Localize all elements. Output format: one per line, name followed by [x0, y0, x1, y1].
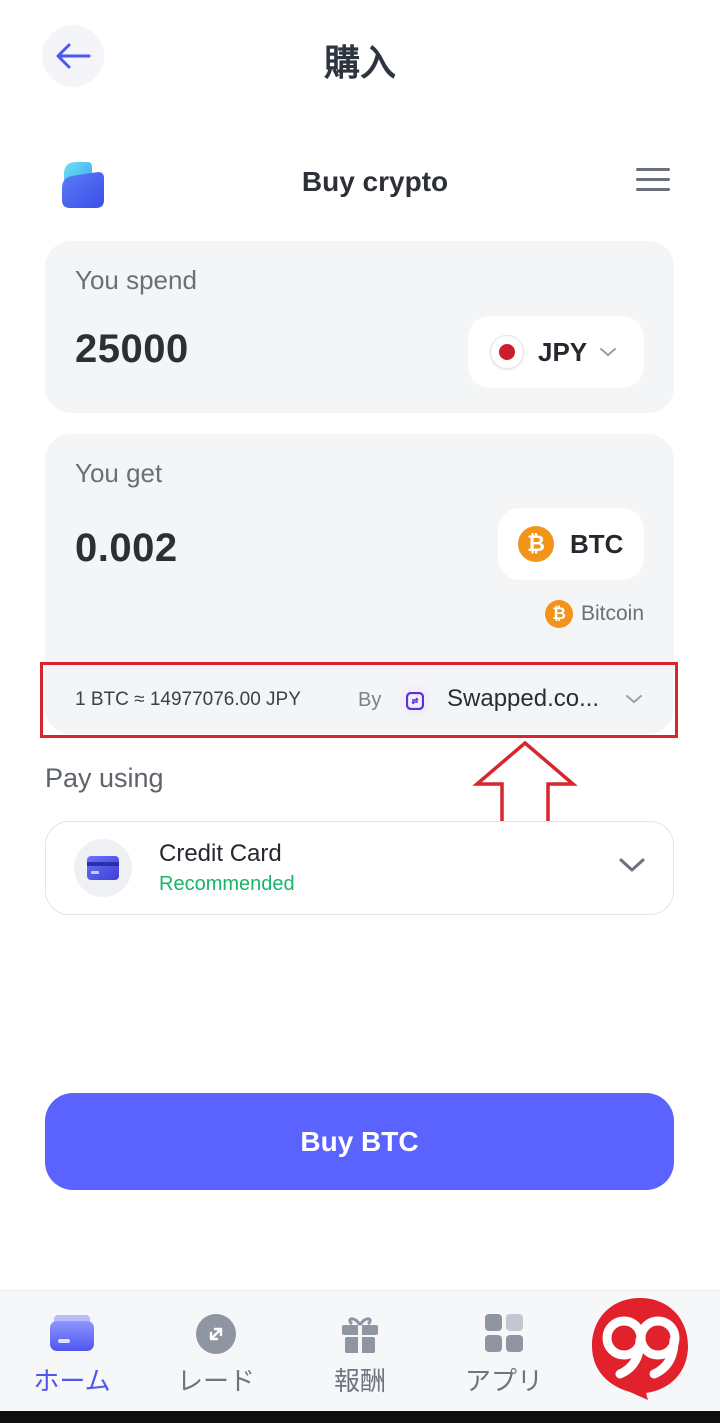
bitcoin-small-icon: ₿ [545, 600, 573, 628]
menu-button[interactable] [636, 168, 670, 194]
get-label: You get [75, 458, 163, 488]
widget-header: Buy crypto [0, 150, 720, 220]
nav-label-apps: アプリ [464, 1367, 543, 1397]
provider-name: Swapped.co... [447, 685, 600, 712]
spend-currency-label: JPY [538, 336, 588, 367]
provider-logo-icon [399, 685, 431, 717]
nav-label-home: ホーム [33, 1367, 111, 1397]
japan-flag-icon [490, 335, 524, 369]
chevron-down-icon [626, 695, 642, 704]
payment-method-name: Credit Card [159, 840, 282, 867]
nav-label-rewards: 報酬 [333, 1367, 386, 1397]
credit-card-icon [74, 839, 132, 897]
chevron-down-icon [619, 858, 645, 872]
spend-currency-select[interactable]: JPY [468, 316, 644, 388]
payment-method-select[interactable]: Credit Card Recommended [45, 821, 674, 915]
spend-amount-input[interactable]: 25000 [75, 327, 189, 372]
pay-using-label: Pay using [45, 763, 164, 793]
apps-grid-icon [485, 1314, 523, 1352]
menu-line [636, 168, 670, 171]
get-currency-name: Bitcoin [581, 602, 645, 625]
top-bar: 購入 [0, 0, 720, 112]
spend-card: You spend 25000 JPY [45, 241, 674, 413]
gift-icon [342, 1317, 378, 1353]
rate-provider-row[interactable]: 1 BTC ≈ 14977076.00 JPY By Swapped.co... [40, 662, 678, 738]
watermark-99-logo [590, 1294, 690, 1402]
buy-button[interactable]: Buy BTC [45, 1093, 674, 1190]
system-gesture-bar [0, 1411, 720, 1423]
get-currency-name-row: ₿ Bitcoin [545, 600, 644, 628]
trade-icon [196, 1314, 236, 1354]
get-amount: 0.002 [75, 526, 178, 570]
widget-title: Buy crypto [301, 166, 449, 197]
spend-label: You spend [75, 265, 197, 295]
menu-line [636, 188, 670, 191]
nav-item-rewards[interactable]: 報酬 [288, 1291, 432, 1411]
nav-item-trade[interactable]: レード [144, 1291, 288, 1411]
page-title: 購入 [323, 43, 396, 84]
annotation-arrow-up-icon [472, 740, 578, 826]
nav-label-trade: レード [176, 1367, 255, 1397]
exchange-rate: 1 BTC ≈ 14977076.00 JPY [75, 689, 301, 710]
nav-item-apps[interactable]: アプリ [432, 1291, 576, 1411]
bitcoin-icon: ₿ [518, 526, 554, 562]
recommended-badge: Recommended [159, 873, 295, 895]
chevron-down-icon [600, 348, 617, 357]
menu-line [636, 178, 670, 181]
by-label: By [358, 689, 382, 711]
nav-item-home[interactable]: ホーム [0, 1291, 144, 1411]
wallet-icon [50, 1315, 94, 1351]
get-currency-select[interactable]: ₿ BTC [498, 508, 644, 580]
get-currency-label: BTC [570, 528, 624, 559]
